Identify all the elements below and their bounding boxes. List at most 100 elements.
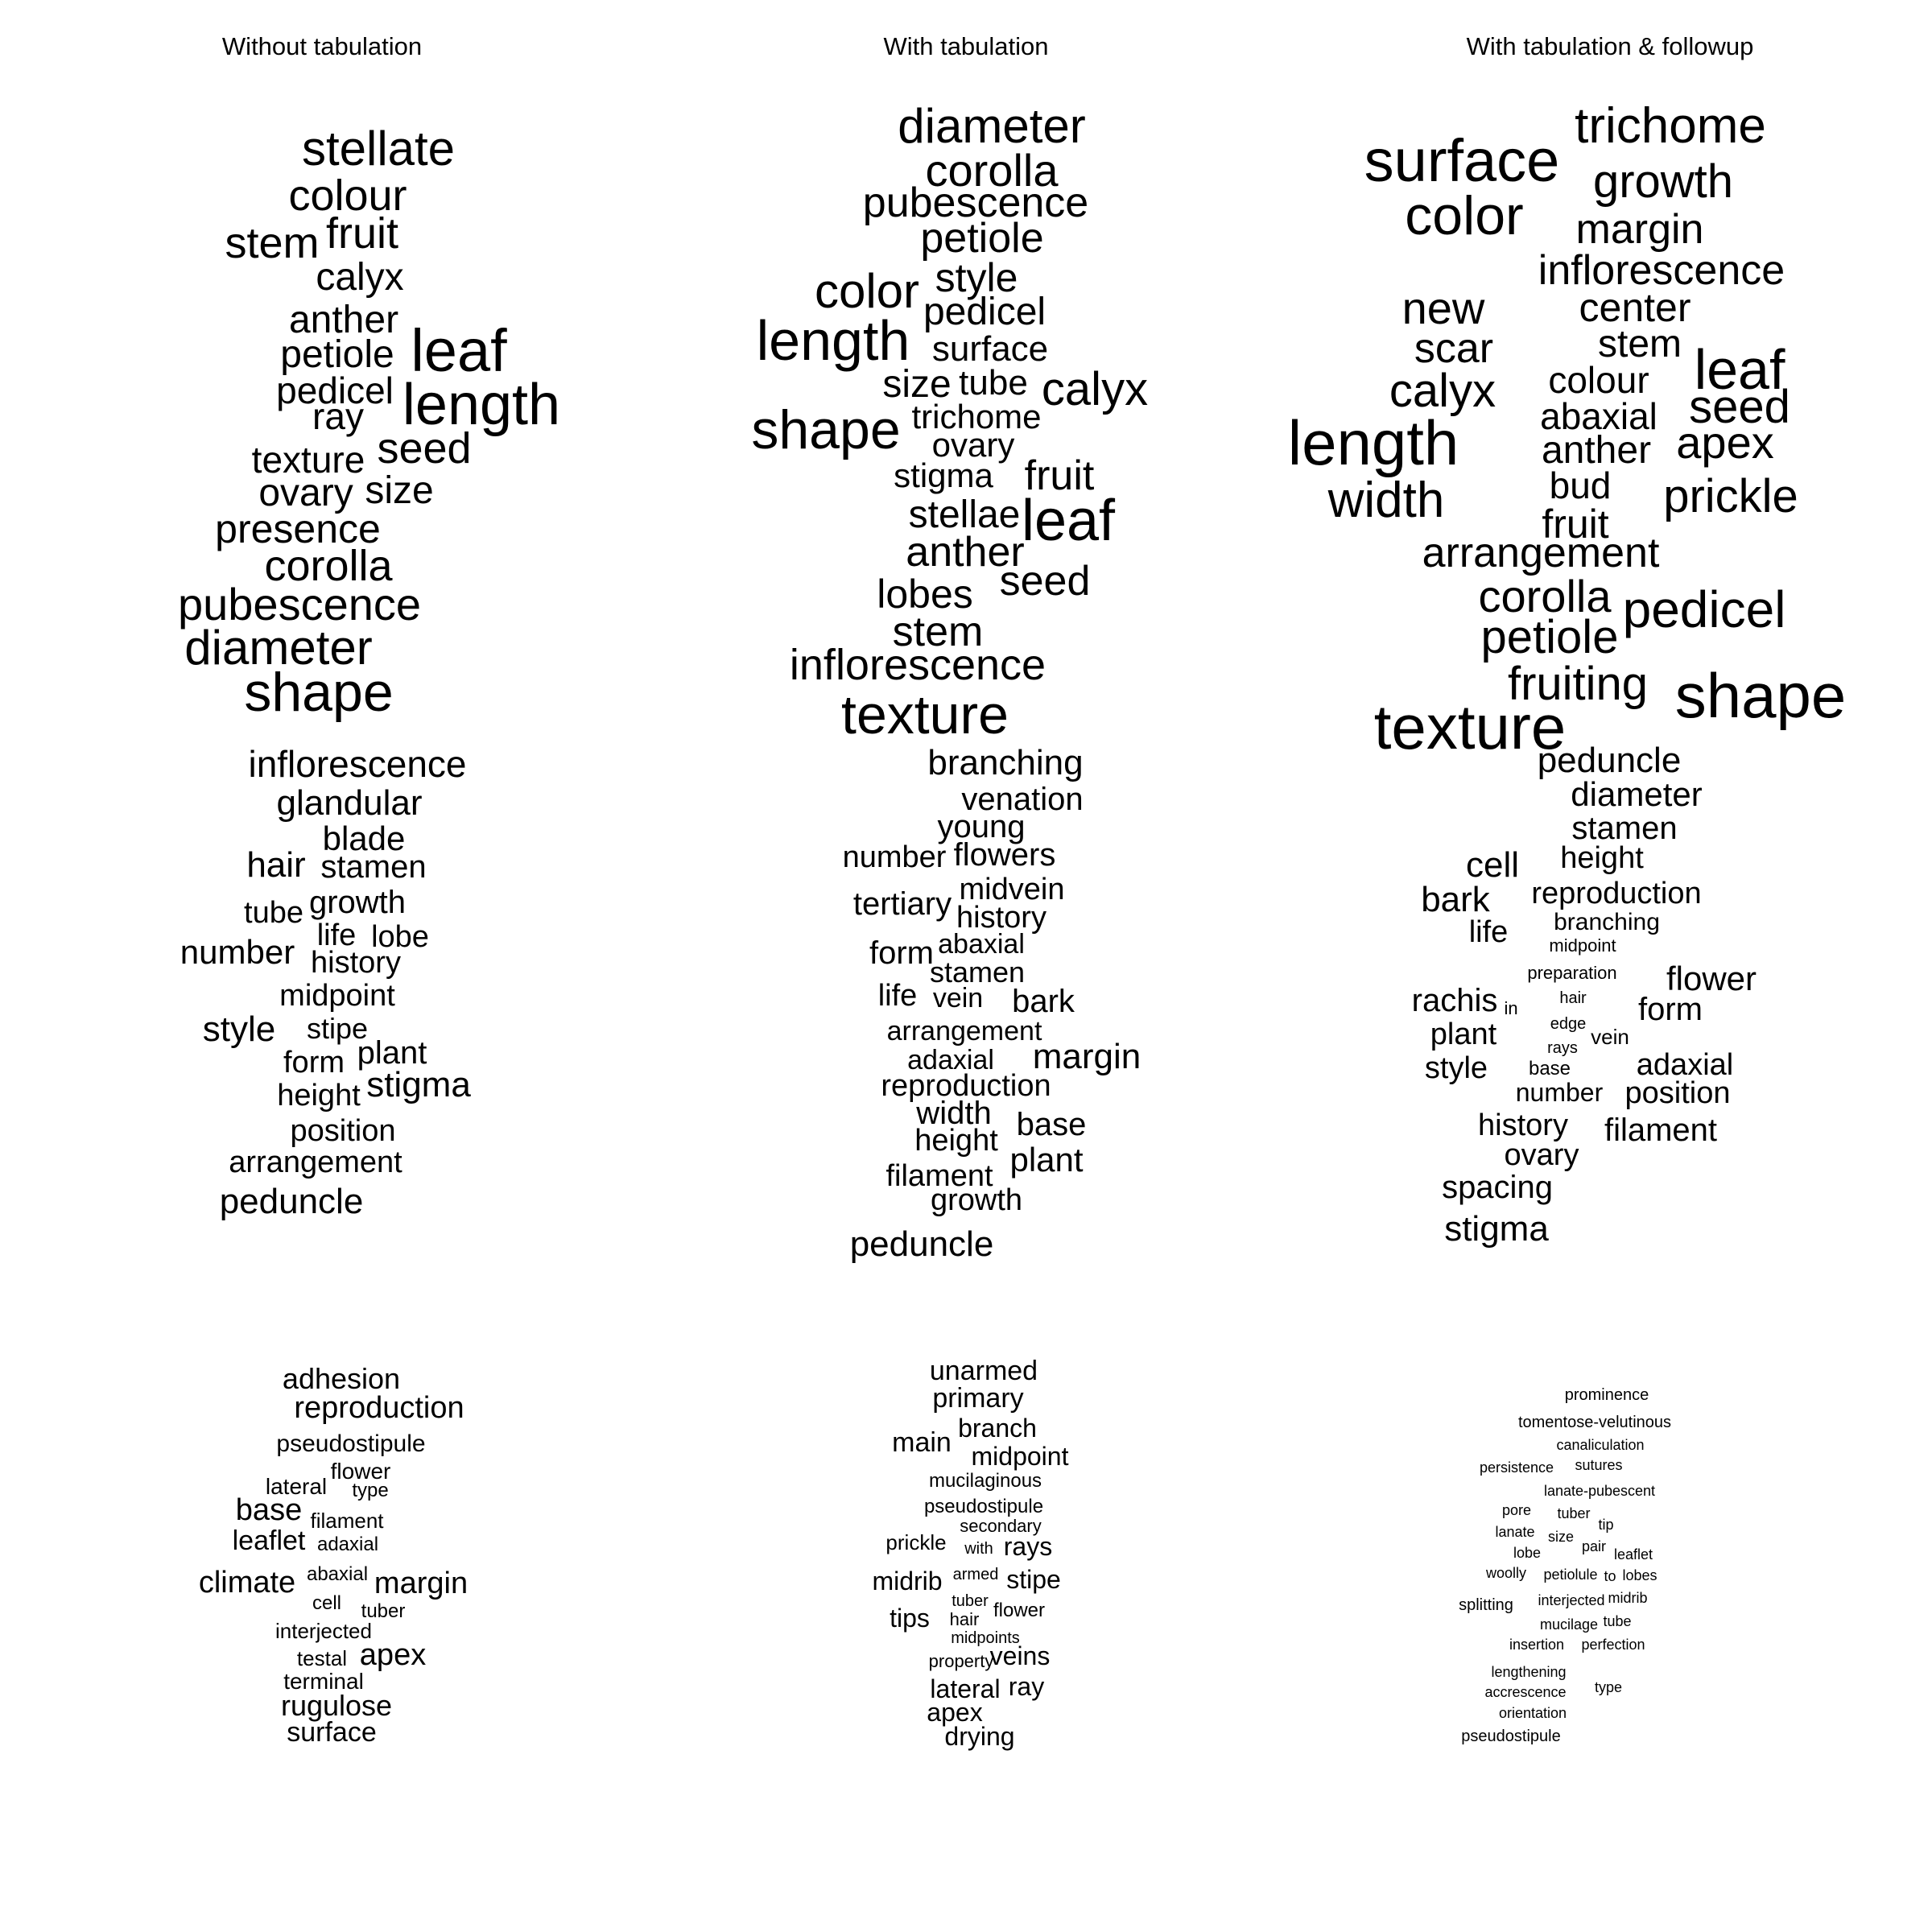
cloud-word: flowers — [953, 837, 1056, 873]
cloud-word: branching — [1554, 909, 1660, 935]
cloud-word: branch — [958, 1414, 1037, 1443]
cloud-word: abaxial — [306, 1563, 369, 1585]
cloud-word: petiole — [280, 333, 394, 376]
cloud-word: sutures — [1575, 1457, 1623, 1473]
cloud-word: perfection — [1581, 1637, 1645, 1653]
cloud-word: reproduction — [294, 1391, 464, 1425]
cloud-word: canaliculation — [1556, 1437, 1645, 1453]
cloud-word: vein — [932, 983, 984, 1013]
cloud-word: height — [1560, 841, 1644, 875]
cloud-word: hair — [246, 845, 306, 885]
panel-with-tabulation-followup: With tabulation & followup trichome surfa… — [1288, 0, 1932, 1932]
cloud-word: calyx — [1041, 363, 1149, 415]
cloud-word: base — [1528, 1058, 1571, 1080]
cloud-word: lanate-pubescent — [1543, 1483, 1656, 1499]
cloud-word: peduncle — [849, 1224, 994, 1264]
cloud-word: life — [1468, 915, 1509, 949]
cloud-word: lengthening — [1491, 1664, 1567, 1680]
cloud-word: splitting — [1459, 1596, 1513, 1614]
cloud-word: apex — [1676, 417, 1774, 468]
cloud-word: pseudostipule — [923, 1496, 1044, 1517]
cloud-word: leaflet — [232, 1525, 306, 1556]
cloud-word: cell — [312, 1592, 342, 1614]
cloud-word: peduncle — [1537, 741, 1682, 780]
cloud-word: preparation — [1527, 963, 1617, 983]
cloud-word: hair — [1559, 989, 1587, 1007]
cloud-word: to — [1604, 1568, 1616, 1584]
cloud-word: stem — [1597, 323, 1682, 365]
cloud-word: reproduction — [1531, 877, 1702, 910]
cloud-word: form — [1638, 992, 1703, 1027]
cloud-word: accrescence — [1484, 1684, 1567, 1700]
cloud-word: mucilaginous — [928, 1470, 1042, 1492]
cloud-word: lobe — [1513, 1545, 1542, 1561]
cloud-word: growth — [930, 1183, 1023, 1217]
cloud-word: armed — [952, 1566, 999, 1583]
cloud-word: midpoint — [279, 979, 395, 1013]
cloud-word: size — [1547, 1529, 1575, 1545]
cloud-word: form — [283, 1046, 345, 1080]
cloud-word: pedicel — [1622, 580, 1786, 638]
cloud-word: abaxial — [938, 929, 1025, 960]
cloud-word: unarmed — [929, 1356, 1038, 1386]
cloud-word: glandular — [276, 783, 423, 823]
cloud-word: stigma — [894, 456, 993, 494]
cloud-word: midpoint — [971, 1442, 1069, 1471]
cloud-word: pedicel — [923, 291, 1046, 333]
cloud-word: property — [928, 1651, 994, 1671]
cloud-word: ovary — [1504, 1138, 1579, 1172]
cloud-word: filament — [310, 1509, 384, 1533]
cloud-word: pseudostipule — [276, 1430, 426, 1457]
cloud-word: stipe — [1006, 1565, 1061, 1594]
cloud-word: adhesion — [282, 1362, 401, 1395]
cloud-word: tertiary — [852, 886, 952, 922]
cloud-word: woolly — [1485, 1565, 1527, 1581]
cloud-word: prickle — [886, 1530, 947, 1554]
cloud-word: interjected — [1538, 1592, 1605, 1608]
cloud-word: surface — [287, 1717, 377, 1748]
cloud-word: life — [877, 979, 918, 1013]
panel-with-tabulation: With tabulation diameter corolla pubescenc… — [644, 0, 1288, 1932]
cloud-word: length — [756, 309, 910, 372]
cloud-word: petiolule — [1543, 1567, 1598, 1583]
cloud-word: with — [964, 1540, 993, 1558]
cloud-word: lanate — [1495, 1524, 1535, 1540]
cloud-word: pseudostipule — [1461, 1728, 1561, 1745]
cloud-word: stellate — [301, 122, 456, 175]
cloud-word: growth — [1592, 155, 1734, 208]
cloud-word: interjected — [275, 1619, 372, 1643]
cloud-word: growth — [308, 885, 407, 920]
cloud-word: ray — [1008, 1672, 1045, 1701]
cloud-word: spacing — [1442, 1170, 1553, 1205]
cloud-word: number — [842, 840, 947, 874]
cloud-word: type — [1594, 1679, 1623, 1695]
cloud-word: tip — [1598, 1517, 1614, 1533]
cloud-word: history — [311, 946, 401, 980]
cloud-word: shape — [751, 399, 901, 460]
cloud-word: tube — [959, 363, 1028, 402]
panel-without-tabulation: Without tabulation stellate colour stem fru… — [0, 0, 644, 1932]
cloud-word: size — [365, 469, 434, 512]
cloud-word: midpoint — [1549, 935, 1616, 956]
cloud-word: base — [235, 1493, 303, 1527]
cloud-word: surface — [1364, 127, 1560, 194]
cloud-word: tube — [1603, 1613, 1632, 1629]
cloud-word: vein — [1591, 1025, 1629, 1049]
cloud-word: pair — [1581, 1538, 1607, 1554]
cloud-word: testal — [296, 1646, 348, 1670]
cloud-word: shape — [1674, 660, 1847, 731]
cloud-word: arrangement — [1422, 530, 1660, 576]
cloud-word: stamen — [1571, 811, 1678, 846]
cloud-word: plant — [357, 1035, 427, 1071]
cloud-word: petiole — [1480, 611, 1619, 663]
cloud-word: height — [277, 1079, 361, 1113]
cloud-word: arrangement — [886, 1016, 1042, 1046]
cloud-word: bud — [1549, 464, 1612, 506]
cloud-word: rugulose — [280, 1689, 393, 1722]
cloud-word: tuber — [952, 1592, 989, 1610]
cloud-word: center — [1579, 285, 1691, 330]
cloud-word: apex — [359, 1638, 427, 1672]
cloud-word: petiole — [920, 215, 1044, 262]
cloud-word: arrangement — [229, 1146, 402, 1179]
cloud-word: stigma — [366, 1065, 471, 1104]
